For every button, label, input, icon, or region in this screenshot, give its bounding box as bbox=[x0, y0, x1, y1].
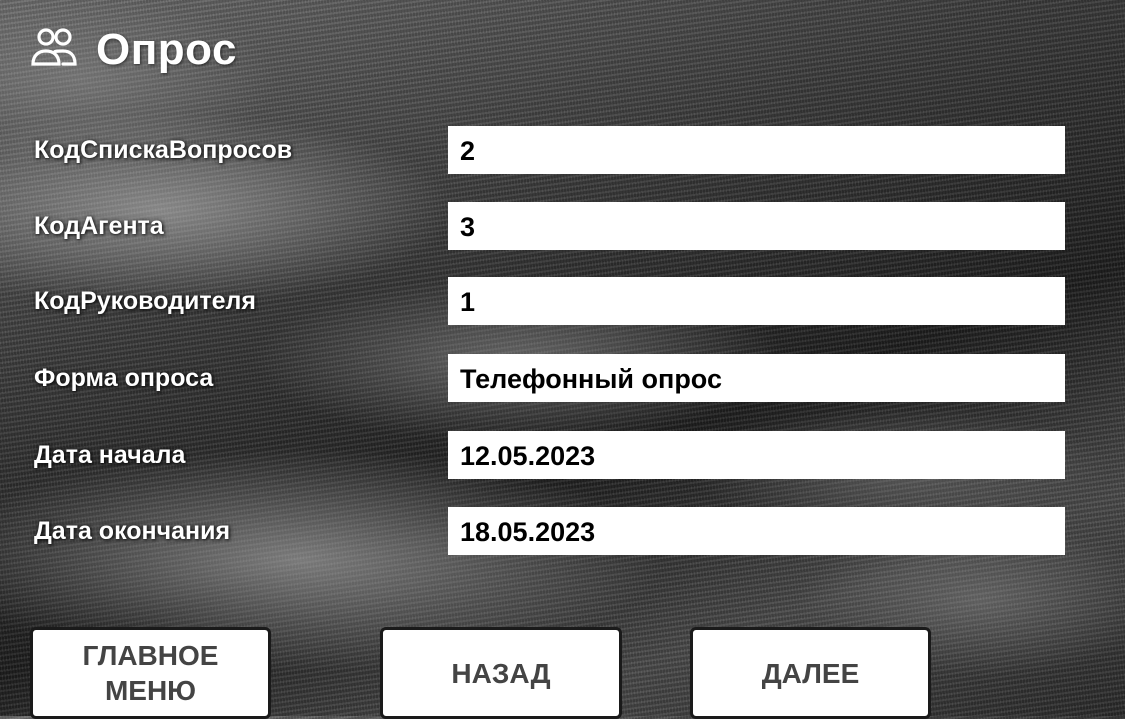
end-date-label: Дата окончания bbox=[34, 517, 231, 545]
survey-form-field[interactable]: Телефонный опрос bbox=[448, 354, 1065, 402]
back-button-label: НАЗАД bbox=[451, 657, 551, 689]
main-menu-button-line1: ГЛАВНОЕ bbox=[82, 640, 219, 671]
users-icon bbox=[30, 24, 78, 77]
back-button[interactable]: НАЗАД bbox=[380, 627, 622, 719]
form-row-survey-form: Форма опроса Телефонный опрос bbox=[0, 354, 1125, 402]
agent-id-field[interactable]: 3 bbox=[448, 202, 1065, 250]
survey-form-label: Форма опроса bbox=[34, 364, 214, 392]
main-menu-button-line2: МЕНЮ bbox=[104, 675, 197, 706]
header: Опрос bbox=[30, 20, 237, 80]
form-row-question-list-id: КодСпискаВопросов 2 bbox=[0, 126, 1125, 174]
question-list-id-label: КодСпискаВопросов bbox=[34, 136, 293, 164]
next-button-label: ДАЛЕЕ bbox=[761, 657, 860, 689]
form-row-manager-id: КодРуководителя 1 bbox=[0, 277, 1125, 325]
form-row-agent-id: КодАгента 3 bbox=[0, 202, 1125, 250]
manager-id-field[interactable]: 1 bbox=[448, 277, 1065, 325]
form-row-end-date: Дата окончания 18.05.2023 bbox=[0, 507, 1125, 555]
agent-id-label: КодАгента bbox=[34, 212, 164, 240]
main-menu-button[interactable]: ГЛАВНОЕ МЕНЮ bbox=[30, 627, 271, 719]
start-date-label: Дата начала bbox=[34, 441, 186, 469]
manager-id-label: КодРуководителя bbox=[34, 287, 256, 315]
end-date-field[interactable]: 18.05.2023 bbox=[448, 507, 1065, 555]
page-title: Опрос bbox=[96, 25, 237, 74]
form-row-start-date: Дата начала 12.05.2023 bbox=[0, 431, 1125, 479]
next-button[interactable]: ДАЛЕЕ bbox=[690, 627, 931, 719]
start-date-field[interactable]: 12.05.2023 bbox=[448, 431, 1065, 479]
question-list-id-field[interactable]: 2 bbox=[448, 126, 1065, 174]
